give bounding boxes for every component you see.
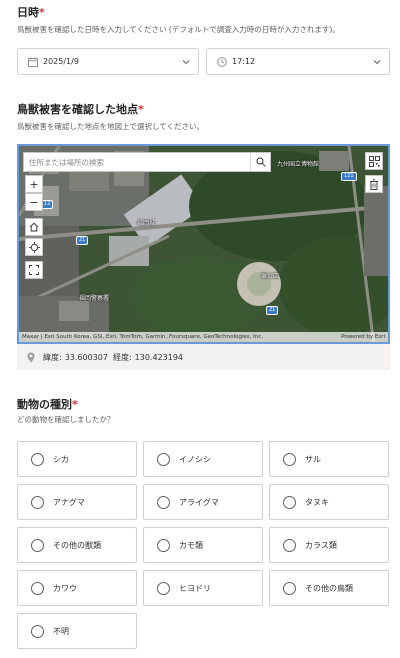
animal-option-crow[interactable]: カラス類 — [269, 527, 389, 563]
zoom-in-button[interactable]: + — [25, 175, 43, 193]
animal-option-badger[interactable]: アナグマ — [17, 484, 137, 520]
animal-option-monkey[interactable]: サル — [269, 441, 389, 477]
home-button[interactable] — [25, 218, 43, 236]
animal-option-cormorant[interactable]: カワウ — [17, 570, 137, 606]
fullscreen-button[interactable] — [25, 261, 43, 279]
longitude-value: 130.423194 — [134, 352, 184, 362]
radio-button[interactable] — [283, 495, 296, 509]
animal-option-tanuki[interactable]: タヌキ — [269, 484, 389, 520]
minus-icon: − — [29, 195, 39, 209]
location-description: 鳥獣被害を確認した地点を地図上で選択してください。 — [17, 122, 205, 131]
map-label-building: 福岡城 — [137, 220, 156, 227]
datetime-title-text: 日時 — [17, 6, 39, 19]
required-mark: * — [138, 103, 144, 116]
road-shield: 21 — [76, 236, 89, 245]
satellite-imagery — [19, 146, 388, 342]
location-title-text: 鳥獣被害を確認した地点 — [17, 103, 138, 116]
radio-button[interactable] — [157, 581, 170, 595]
zoom-out-button[interactable]: − — [25, 193, 43, 211]
required-mark: * — [39, 6, 45, 19]
plus-icon: + — [29, 177, 39, 191]
location-title: 鳥獣被害を確認した地点* — [17, 101, 144, 117]
option-label: サル — [305, 454, 321, 464]
map-label-station: 福岡警察署 — [79, 295, 110, 302]
animal-option-other-mammal[interactable]: その他の獣類 — [17, 527, 137, 563]
qr-code-icon — [368, 155, 380, 167]
option-label: アライグマ — [179, 497, 219, 507]
option-label: タヌキ — [305, 497, 329, 507]
animal-title-text: 動物の種別 — [17, 398, 72, 411]
road-shield: 121 — [341, 172, 357, 181]
search-button[interactable] — [250, 153, 270, 171]
date-value: 2025/1/9 — [43, 57, 79, 66]
radio-button[interactable] — [157, 538, 170, 552]
locate-button[interactable] — [25, 238, 43, 256]
latitude-label: 緯度: — [43, 352, 62, 362]
qr-code-button[interactable] — [365, 152, 383, 170]
radio-button[interactable] — [31, 581, 44, 595]
option-label: イノシシ — [179, 454, 211, 464]
latitude-value: 33.600307 — [64, 352, 108, 362]
powered-by-link[interactable]: Powered by Esri — [341, 334, 385, 340]
longitude-label: 経度: — [112, 352, 132, 362]
option-label: カモ類 — [179, 540, 203, 550]
map-attribution: Maxar | Esri South Korea, GSI, Esri, Tom… — [19, 332, 388, 342]
datetime-description: 鳥獣被害を確認した日時を入力してください (デフォルトで調査入力時の日時が入力さ… — [17, 25, 340, 34]
animal-option-other-bird[interactable]: その他の鳥類 — [269, 570, 389, 606]
animal-option-bulbul[interactable]: ヒヨドリ — [143, 570, 263, 606]
radio-button[interactable] — [283, 581, 296, 595]
map-label-park: 東公園 — [261, 273, 280, 280]
animal-option-raccoon[interactable]: アライグマ — [143, 484, 263, 520]
radio-button[interactable] — [283, 452, 296, 466]
option-label: その他の鳥類 — [305, 583, 353, 593]
clock-icon — [217, 56, 227, 67]
radio-button[interactable] — [31, 452, 44, 466]
animal-option-unknown[interactable]: 不明 — [17, 613, 137, 649]
road-shield: 21 — [266, 306, 279, 315]
datetime-title: 日時* — [17, 4, 45, 20]
radio-button[interactable] — [283, 538, 296, 552]
radio-button[interactable] — [157, 452, 170, 466]
map-view[interactable]: 福岡城 九州国立博物館 東公園 福岡警察署 21 12 121 21 + − M… — [17, 144, 390, 344]
option-label: その他の獣類 — [53, 540, 101, 550]
chevron-down-icon — [372, 57, 381, 66]
delete-button[interactable] — [365, 175, 383, 193]
option-label: アナグマ — [53, 497, 85, 507]
map-search-input[interactable] — [24, 153, 250, 171]
animal-title: 動物の種別* — [17, 396, 78, 412]
attribution-text: Maxar | Esri South Korea, GSI, Esri, Tom… — [22, 334, 264, 340]
radio-button[interactable] — [31, 495, 44, 509]
calendar-icon — [28, 56, 38, 67]
option-label: シカ — [53, 454, 69, 464]
search-icon — [256, 157, 266, 167]
locate-icon — [28, 241, 40, 253]
map-label-museum: 九州国立博物館 — [277, 161, 320, 168]
radio-button[interactable] — [157, 495, 170, 509]
chevron-down-icon — [181, 57, 190, 66]
option-label: カラス類 — [305, 540, 337, 550]
option-label: 不明 — [53, 626, 69, 636]
option-label: カワウ — [53, 583, 77, 593]
time-picker[interactable]: 17:12 — [206, 48, 390, 75]
home-icon — [29, 222, 39, 232]
option-label: ヒヨドリ — [179, 583, 211, 593]
radio-button[interactable] — [31, 538, 44, 552]
coordinates-bar: 緯度: 33.600307 経度: 130.423194 — [17, 344, 390, 370]
trash-icon — [370, 178, 378, 190]
animal-option-boar[interactable]: イノシシ — [143, 441, 263, 477]
animal-description: どの動物を確認しましたか？ — [17, 415, 115, 424]
animal-option-deer[interactable]: シカ — [17, 441, 137, 477]
fullscreen-icon — [29, 265, 39, 275]
date-picker[interactable]: 2025/1/9 — [17, 48, 199, 75]
animal-option-duck[interactable]: カモ類 — [143, 527, 263, 563]
map-search-box — [23, 152, 271, 172]
time-value: 17:12 — [232, 57, 256, 66]
required-mark: * — [72, 398, 78, 411]
radio-button[interactable] — [31, 624, 44, 638]
location-pin-icon — [27, 352, 35, 363]
